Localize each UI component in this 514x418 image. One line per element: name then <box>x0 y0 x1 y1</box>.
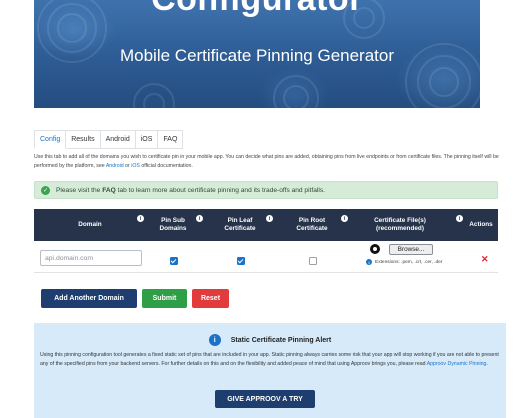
hero-banner: Configurator Mobile Certificate Pinning … <box>34 0 480 108</box>
alert-title: Static Certificate Pinning Alert <box>230 336 332 344</box>
intro-suffix: official documentation. <box>141 162 193 169</box>
intro-description: Use this tab to add all of the domains y… <box>34 154 499 169</box>
info-icon[interactable]: i <box>341 215 348 222</box>
ios-docs-link[interactable]: iOS <box>131 163 140 169</box>
page-title: Mobile Certificate Pinning Generator <box>119 46 395 65</box>
info-icon[interactable]: i <box>266 215 273 222</box>
domain-input[interactable] <box>40 250 142 266</box>
notice-prefix: Please visit the <box>56 186 101 194</box>
col-pin-sub-domains: Pin Sub Domains <box>159 217 187 232</box>
tab-ios[interactable]: iOS <box>135 130 159 149</box>
submit-button[interactable]: Submit <box>142 289 187 308</box>
notice-faq: FAQ <box>102 186 116 194</box>
col-pin-root: Pin Root Certificate <box>296 217 328 232</box>
reset-button[interactable]: Reset <box>192 289 229 308</box>
intro-text: Use this tab to add all of the domains y… <box>34 153 506 170</box>
add-domain-button[interactable]: Add Another Domain <box>41 289 137 308</box>
approov-dynamic-pinning-link[interactable]: Approov Dynamic Pinning <box>427 361 487 367</box>
domains-table-header: Domain i Pin Sub Domains i Pin Leaf Cert… <box>34 209 498 241</box>
pin-leaf-checkbox[interactable] <box>237 257 245 265</box>
tab-faq[interactable]: FAQ <box>158 130 184 149</box>
pin-root-checkbox[interactable] <box>309 257 317 265</box>
col-actions: Actions <box>469 221 493 228</box>
browse-button[interactable]: Browse... <box>389 244 433 255</box>
table-row: Browse... i Extensions: .pem, .crt, .cer… <box>34 241 498 273</box>
android-docs-link[interactable]: Android <box>106 163 124 169</box>
static-pinning-alert: i Static Certificate Pinning Alert Using… <box>34 323 506 418</box>
info-icon: i <box>208 334 221 346</box>
info-icon[interactable]: i <box>196 215 203 222</box>
hero-top-text: Configurator <box>34 0 480 19</box>
faq-notice: ✓ Please visit the FAQ tab to learn more… <box>34 181 498 199</box>
check-circle-icon: ✓ <box>41 185 50 195</box>
close-icon[interactable]: ✕ <box>481 254 489 265</box>
notice-suffix: tab to learn more about certificate pinn… <box>117 186 325 194</box>
col-domain: Domain <box>78 221 102 228</box>
alert-header: i Static Certificate Pinning Alert <box>34 334 506 346</box>
alert-body: Using this pinning configuration tool ge… <box>40 352 499 367</box>
info-icon[interactable]: i <box>456 215 463 222</box>
give-approov-a-try-button[interactable]: GIVE APPROOV A TRY <box>215 390 315 408</box>
col-pin-leaf: Pin Leaf Certificate <box>224 217 256 232</box>
info-icon: i <box>366 259 372 265</box>
tab-android[interactable]: Android <box>100 130 136 149</box>
tab-results[interactable]: Results <box>66 130 101 149</box>
github-file-icon <box>370 244 380 254</box>
file-extensions-hint: Extensions: .pem, .crt, .cer, .der <box>375 259 443 265</box>
info-icon[interactable]: i <box>137 215 144 222</box>
tab-config[interactable]: Config <box>34 130 67 149</box>
pin-sub-domains-checkbox[interactable] <box>170 257 178 265</box>
tab-bar: Config Results Android iOS FAQ <box>34 130 184 149</box>
intro-or: or <box>125 162 130 169</box>
col-certificate-files: Certificate File(s) (recommended) <box>374 217 426 232</box>
